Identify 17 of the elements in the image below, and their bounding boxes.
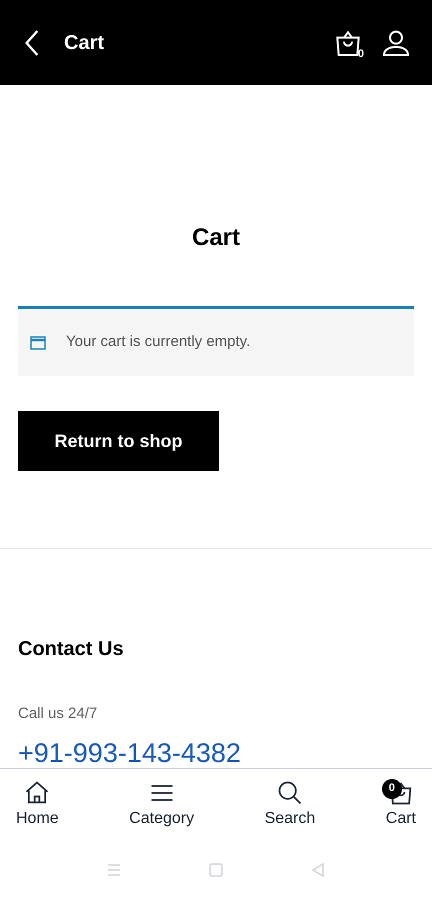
- page-title: Cart: [64, 30, 104, 56]
- call-label: Call us 24/7: [18, 704, 98, 724]
- cart-badge: 0: [382, 778, 402, 798]
- return-to-shop-button[interactable]: Return to shop: [18, 411, 219, 471]
- phone-link[interactable]: +91-993-143-4382: [18, 740, 414, 766]
- empty-cart-message: Your cart is currently empty.: [66, 332, 250, 352]
- nav-item[interactable]: Search: [260, 778, 320, 830]
- contact-heading: Contact Us: [18, 637, 125, 662]
- heading: Cart: [190, 223, 241, 253]
- search-icon: [276, 778, 304, 806]
- menu-icon[interactable]: [106, 862, 122, 878]
- nav-item[interactable]: 0 Cart: [382, 778, 420, 830]
- window-icon: [30, 334, 46, 350]
- back-triangle-icon[interactable]: [310, 862, 326, 878]
- nav-item[interactable]: Home: [12, 778, 63, 830]
- home-square-icon[interactable]: [208, 862, 224, 878]
- nav-item[interactable]: Category: [125, 778, 198, 830]
